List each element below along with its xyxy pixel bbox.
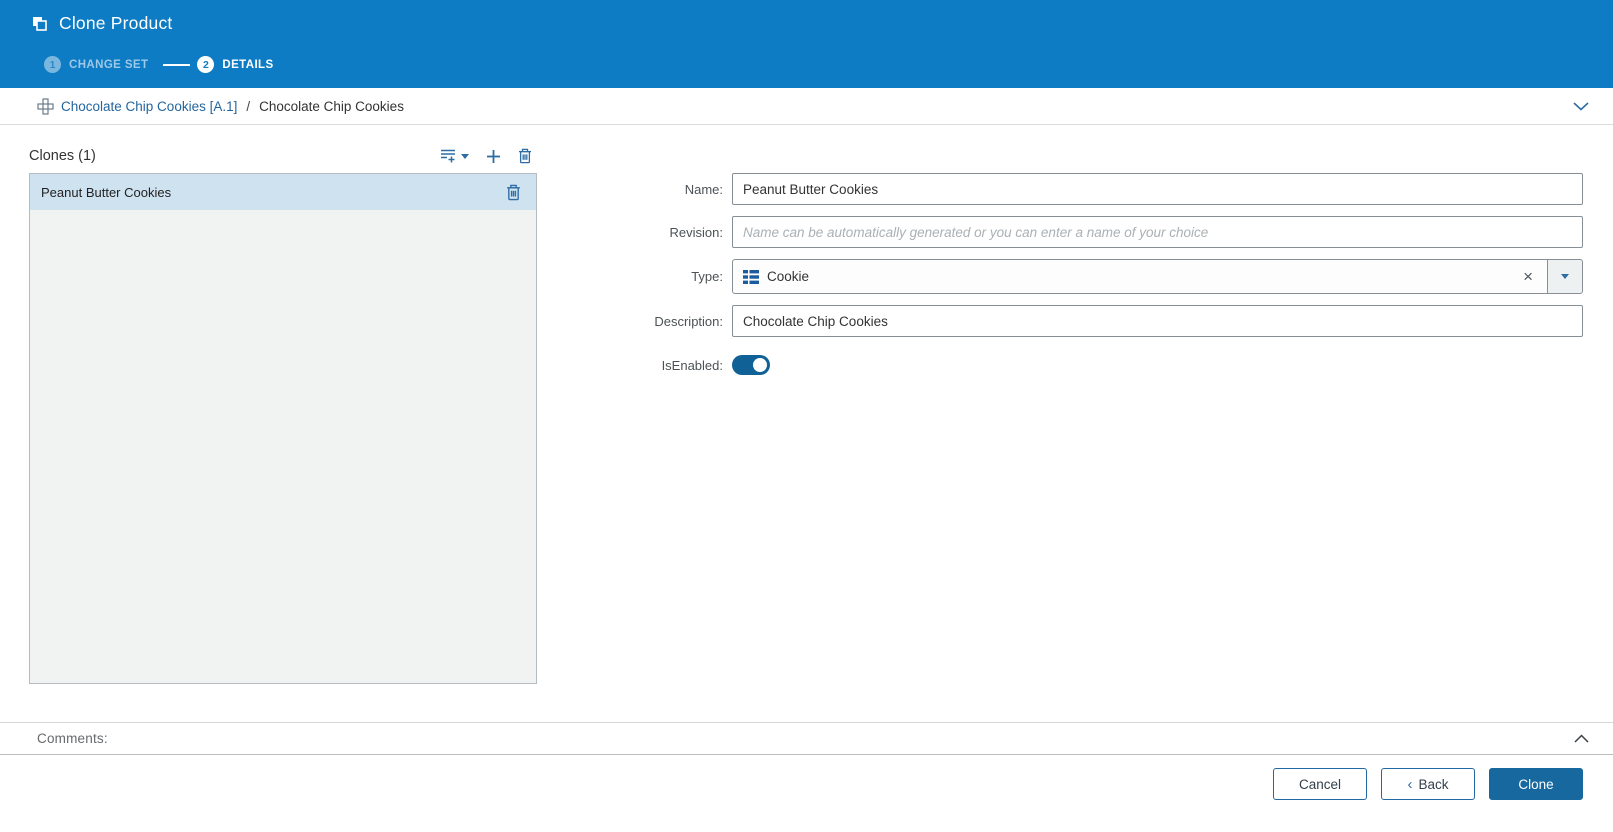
- clones-list: Peanut Butter Cookies: [29, 173, 537, 684]
- type-dropdown-button[interactable]: [1547, 259, 1583, 294]
- caret-down-icon: [461, 153, 469, 159]
- name-label: Name:: [684, 181, 723, 197]
- clone-name-label: Peanut Butter Cookies: [41, 184, 172, 200]
- clear-x-icon: ×: [1523, 267, 1533, 286]
- delete-all-clones-button[interactable]: [517, 147, 533, 165]
- back-label: Back: [1418, 776, 1449, 792]
- add-list-icon: [440, 148, 457, 164]
- revision-label: Revision:: [669, 224, 723, 240]
- step-2-number: 2: [197, 56, 215, 73]
- breadcrumb-current: Chocolate Chip Cookies: [259, 98, 404, 114]
- plus-icon: [486, 149, 501, 164]
- breadcrumb-collapse-button[interactable]: [1571, 100, 1591, 113]
- back-button[interactable]: ‹ Back: [1381, 768, 1475, 800]
- add-from-list-button[interactable]: [439, 147, 470, 165]
- clone-button[interactable]: Clone: [1489, 768, 1583, 800]
- chevron-left-icon: ‹: [1407, 775, 1413, 793]
- step-change-set[interactable]: 1 CHANGE SET: [44, 56, 148, 73]
- wizard-steps: 1 CHANGE SET 2 DETAILS: [44, 56, 274, 73]
- breadcrumb-separator: /: [246, 98, 251, 114]
- clone-product-dialog: Clone Product 1 CHANGE SET 2 DETAILS Cho…: [0, 0, 1613, 832]
- is-enabled-toggle[interactable]: [732, 355, 770, 375]
- clones-panel-title: Clones (1): [29, 148, 96, 164]
- type-clear-button[interactable]: ×: [1519, 268, 1537, 285]
- delete-clone-button[interactable]: [504, 182, 523, 203]
- chevron-down-icon: [1573, 101, 1589, 111]
- type-value: Cookie: [767, 269, 810, 284]
- comments-label: Comments:: [37, 731, 108, 746]
- clones-panel: Clones (1) Peanut Butter Cookies: [29, 144, 537, 684]
- comments-bar: Comments:: [0, 722, 1613, 755]
- type-label: Type:: [691, 269, 723, 284]
- dialog-footer: Cancel ‹ Back Clone: [0, 756, 1613, 832]
- breadcrumb: Chocolate Chip Cookies [A.1] / Chocolate…: [0, 88, 1613, 125]
- step-connector: [163, 63, 191, 66]
- comments-expand-button[interactable]: [1572, 732, 1591, 745]
- description-input[interactable]: [732, 305, 1583, 337]
- clone-product-icon: [30, 14, 49, 33]
- cancel-button[interactable]: Cancel: [1273, 768, 1367, 800]
- name-input[interactable]: [732, 173, 1583, 205]
- details-form: Name: Revision: Type: Cookie: [610, 173, 1583, 386]
- step-2-label: DETAILS: [222, 58, 274, 71]
- product-structure-icon: [37, 97, 54, 115]
- trash-icon: [518, 148, 532, 164]
- dialog-header: Clone Product 1 CHANGE SET 2 DETAILS: [0, 0, 1613, 88]
- page-title: Clone Product: [59, 13, 173, 33]
- breadcrumb-link[interactable]: Chocolate Chip Cookies [A.1]: [61, 99, 237, 114]
- list-item[interactable]: Peanut Butter Cookies: [30, 174, 536, 210]
- clone-label: Clone: [1518, 776, 1554, 792]
- chevron-up-icon: [1574, 734, 1589, 743]
- caret-down-icon: [1561, 274, 1569, 279]
- toggle-knob: [753, 358, 767, 372]
- revision-input[interactable]: [732, 216, 1583, 248]
- item-type-icon: [743, 269, 759, 284]
- cancel-label: Cancel: [1298, 776, 1342, 792]
- description-label: Description:: [654, 313, 723, 329]
- type-combo[interactable]: Cookie ×: [732, 259, 1548, 294]
- trash-icon: [506, 184, 521, 201]
- step-details[interactable]: 2 DETAILS: [197, 56, 273, 73]
- step-1-number: 1: [44, 56, 61, 73]
- step-1-label: CHANGE SET: [69, 58, 149, 71]
- is-enabled-label: IsEnabled:: [661, 357, 723, 373]
- add-clone-button[interactable]: [485, 148, 502, 165]
